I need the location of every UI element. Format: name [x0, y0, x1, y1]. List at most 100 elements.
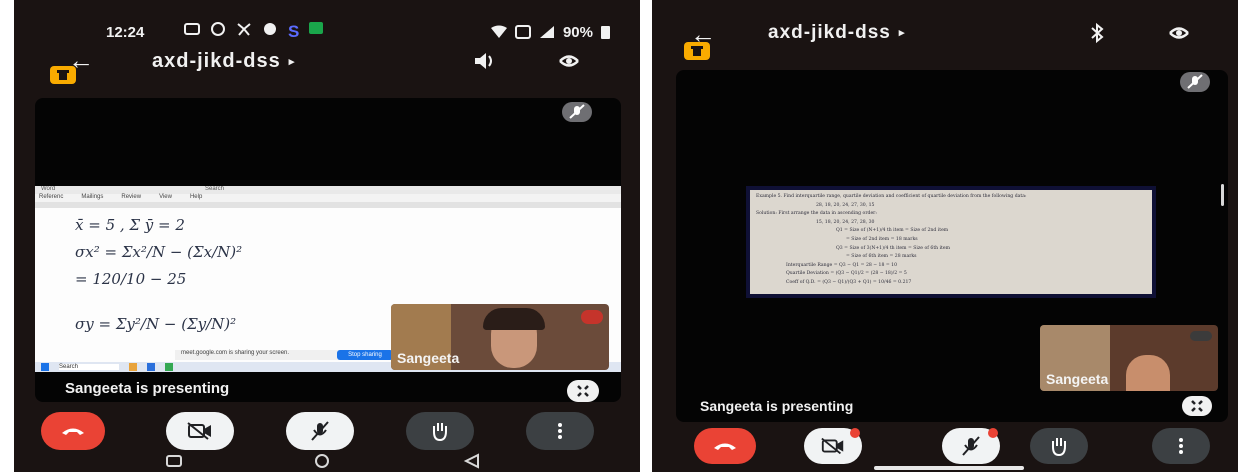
mic-off-icon — [311, 421, 329, 441]
end-call-button[interactable] — [694, 428, 756, 464]
presenter-video-tile[interactable]: Sangeeta — [391, 304, 609, 370]
word-ribbon: Referenc Mailings Review View Help — [35, 194, 621, 202]
stop-sharing-label: Stop sharing — [348, 352, 382, 358]
shared-textbook-page: Example 5. Find interquartile range, qua… — [746, 186, 1156, 298]
phone-hangup-icon — [62, 428, 84, 435]
left-phone-screenshot: 12:24 S 90% ← axd-jikd-dss ▸ Word Search… — [14, 0, 640, 472]
meeting-info-chip[interactable] — [684, 42, 710, 60]
pinwheel-icon — [237, 23, 251, 36]
meeting-code-button[interactable]: axd-jikd-dss ▸ — [152, 50, 295, 73]
taskbar-search: Search — [59, 364, 119, 370]
raise-hand-button[interactable] — [1030, 428, 1088, 464]
ribbon-tab: Help — [189, 194, 203, 200]
message-icon — [184, 23, 200, 35]
switch-camera-icon[interactable] — [556, 50, 582, 72]
mic-alert-badge — [988, 428, 998, 438]
battery-icon — [601, 26, 610, 39]
presenting-label: Sangeeta is presenting — [700, 398, 854, 414]
presenting-label: Sangeeta is presenting — [65, 380, 230, 397]
word-titlebar: Word Search — [35, 186, 621, 194]
signal-icon — [539, 26, 554, 38]
stop-sharing-button[interactable]: Stop sharing — [337, 350, 393, 360]
audio-indicator-icon — [1190, 331, 1212, 341]
taskbar-app-icon — [165, 363, 173, 371]
more-options-button[interactable] — [526, 412, 594, 450]
fullscreen-button[interactable] — [567, 380, 599, 402]
ribbon-tab: Review — [121, 194, 142, 200]
mic-toggle-button[interactable] — [942, 428, 1000, 464]
meeting-code: axd-jikd-dss — [152, 50, 281, 72]
raise-hand-button[interactable] — [406, 412, 474, 450]
ribbon-tab: Referenc — [39, 194, 64, 200]
tile-name: Sangeeta — [1046, 371, 1109, 387]
collapse-icon — [577, 385, 589, 397]
word-app-title: Word — [41, 186, 56, 192]
taskbar-app-icon — [147, 363, 155, 371]
battery-percent: 90% — [562, 23, 593, 41]
text-line: = Size of 6th item = 28 marks — [846, 254, 917, 260]
meeting-info-chip[interactable] — [50, 66, 76, 84]
speaker-icon[interactable] — [472, 50, 498, 72]
more-options-button[interactable] — [1152, 428, 1210, 464]
presentation-stage: Word Search Referenc Mailings Review View… — [35, 98, 621, 402]
word-ruler — [35, 202, 621, 208]
text-line: Q1 = Size of (N+1)/4 th item = Size of 2… — [836, 228, 949, 234]
camera-toggle-button[interactable] — [804, 428, 862, 464]
presenter-hair — [483, 308, 545, 330]
scroll-indicator[interactable] — [1221, 184, 1224, 206]
bluetooth-icon[interactable] — [1084, 22, 1110, 44]
app-icon — [264, 23, 276, 35]
math-line: σx² = Σx²/N − (Σx/N)² — [75, 243, 243, 261]
camera-toggle-button[interactable] — [166, 412, 234, 450]
switch-camera-icon[interactable] — [1166, 22, 1192, 44]
mic-off-icon — [962, 436, 980, 456]
camera-off-icon — [821, 437, 844, 455]
text-line: 15, 18, 20, 24, 27, 28, 30 — [816, 219, 875, 225]
info-icon — [691, 46, 703, 56]
meeting-code-button[interactable]: axd-jikd-dss ▸ — [768, 22, 905, 44]
meeting-code: axd-jikd-dss — [768, 22, 891, 43]
fullscreen-button[interactable] — [1182, 396, 1212, 416]
taskbar-app-icon — [129, 363, 137, 371]
sharing-notice: meet.google.com is sharing your screen. — [181, 350, 290, 356]
status-time: 12:24 — [106, 23, 145, 41]
gesture-nav-handle[interactable] — [874, 466, 1024, 470]
ribbon-tab: Mailings — [81, 194, 104, 200]
textbook-text: Example 5. Find interquartile range, qua… — [756, 193, 1150, 288]
hand-icon — [433, 423, 447, 442]
hand-icon — [1052, 438, 1066, 457]
presenter-video-tile[interactable]: Sangeeta — [1040, 325, 1218, 391]
system-icons: 90% — [490, 23, 610, 41]
text-line: Coeff of Q.D. = (Q3 − Q1)/(Q3 + Q1) = 10… — [786, 279, 912, 285]
presenter-muted-badge — [1180, 72, 1210, 92]
text-line: Quartile Deviation = (Q3 − Q1)/2 = (28 −… — [786, 271, 907, 277]
collapse-icon — [1191, 400, 1203, 412]
caret-right-icon: ▸ — [288, 56, 296, 69]
math-line: = 120/10 − 25 — [75, 270, 187, 288]
caret-right-icon: ▸ — [898, 27, 906, 40]
recents-icon[interactable] — [165, 454, 183, 468]
mic-toggle-button[interactable] — [286, 412, 354, 450]
text-line: = Size of 2nd item = 18 marks — [846, 236, 918, 242]
text-line: Interquartile Range = Q3 − Q1 = 28 − 18 … — [786, 262, 898, 268]
presenter-face — [1126, 355, 1170, 391]
meet-top-bar: ← axd-jikd-dss ▸ — [14, 44, 640, 78]
tile-name: Sangeeta — [397, 350, 460, 366]
camera-alert-badge — [850, 428, 860, 438]
mic-off-icon — [1187, 74, 1203, 89]
back-nav-icon[interactable] — [463, 453, 481, 469]
right-phone-screenshot: ← axd-jikd-dss ▸ Example 5. Find interqua… — [652, 0, 1238, 472]
text-line: Example 5. Find interquartile range, qua… — [756, 194, 1027, 199]
notification-icons: S — [184, 22, 324, 42]
presenter-muted-badge — [562, 102, 592, 122]
audio-indicator-icon — [581, 310, 603, 324]
more-vert-icon — [558, 423, 562, 439]
end-call-button[interactable] — [41, 412, 105, 450]
ribbon-tab: View — [159, 194, 172, 200]
whatsapp-icon — [211, 22, 225, 36]
phone-hangup-icon — [714, 443, 736, 450]
info-icon — [57, 70, 69, 80]
presentation-stage: Example 5. Find interquartile range, qua… — [676, 70, 1228, 422]
home-icon[interactable] — [313, 453, 331, 469]
wifi-icon — [490, 25, 507, 38]
